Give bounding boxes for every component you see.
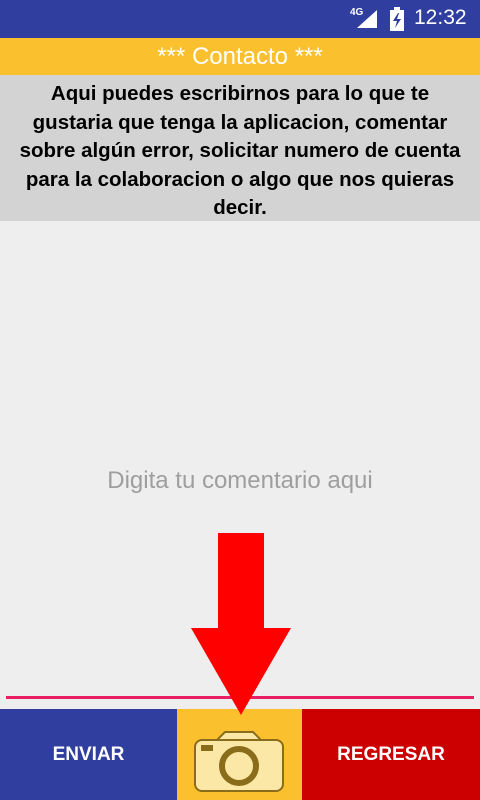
back-button[interactable]: REGRESAR	[302, 709, 480, 800]
info-text: Aqui puedes escribirnos para lo que te g…	[0, 75, 480, 221]
send-button[interactable]: ENVIAR	[0, 709, 177, 800]
status-bar: 4G 12:32	[0, 0, 480, 38]
signal-icon	[357, 10, 377, 28]
comment-area[interactable]	[0, 221, 480, 709]
input-underline	[6, 696, 474, 699]
battery-charging-icon	[390, 7, 404, 31]
status-time: 12:32	[414, 6, 467, 29]
camera-icon	[194, 731, 284, 792]
comment-input[interactable]	[6, 461, 474, 501]
camera-button[interactable]	[177, 709, 302, 800]
page-title: *** Contacto ***	[0, 38, 480, 75]
